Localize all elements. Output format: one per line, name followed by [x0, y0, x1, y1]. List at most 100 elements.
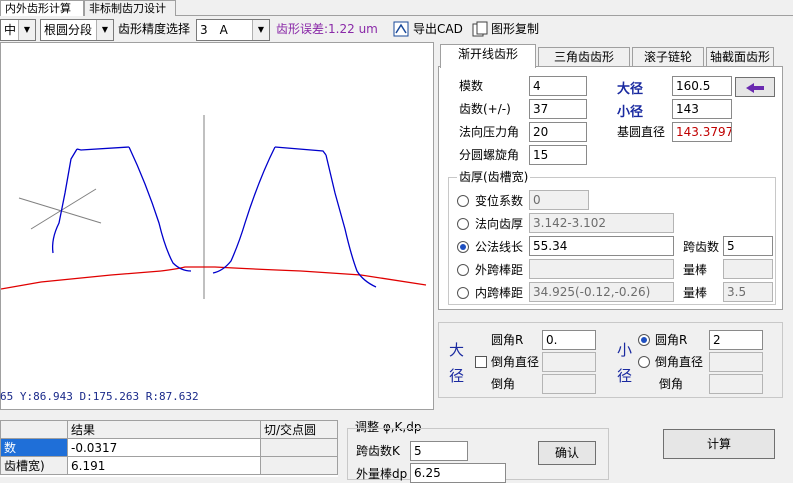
shift-label: 变位系数 [475, 194, 524, 208]
table-row[interactable]: 齿槽宽) 6.191 [0, 456, 338, 475]
precision-label: 齿形精度选择 [118, 22, 191, 36]
table-row[interactable]: 数 -0.0317 [0, 438, 338, 457]
gear-profile-drawing [1, 115, 427, 299]
outer-pin-radio[interactable] [457, 264, 469, 276]
confirm-button[interactable]: 确认 [538, 441, 596, 465]
mode-combo[interactable]: 中 ▼ [0, 19, 36, 41]
precision-value: 3 A [200, 23, 228, 37]
export-cad-button[interactable]: 导出CAD [393, 19, 463, 39]
precision-combo[interactable]: 3 A ▼ [196, 19, 270, 41]
normal-thickness-radio[interactable] [457, 218, 469, 230]
pin-label-1: 量棒 [683, 263, 708, 277]
pin-label-2: 量棒 [683, 286, 708, 300]
pressure-angle-input[interactable]: 20 [529, 122, 587, 142]
teeth-input[interactable]: 37 [529, 99, 587, 119]
tooth-1-left-flank [51, 148, 78, 254]
big-dia-char-2: 径 [449, 367, 465, 385]
minor-diameter-label: 小径 [617, 105, 644, 120]
profile-error-text: 齿形误差:1.22 um [276, 22, 378, 36]
small-dia-char-1: 小 [617, 341, 633, 359]
tab-cutter-design[interactable]: 非标制齿刀设计 [84, 0, 176, 16]
toolbar: 中 ▼ 根圆分段 ▼ 齿形精度选择 3 A ▼ 齿形误差:1.22 um 导出C… [0, 16, 793, 42]
base-diameter-value: 143.3797 [672, 122, 732, 142]
tooth-1-tip [76, 146, 130, 151]
adjust-span-label: 跨齿数K [356, 444, 400, 458]
row-value: -0.0317 [67, 438, 261, 457]
inner-pin-label: 内跨棒距 [475, 286, 524, 300]
big-chamfer-input[interactable] [542, 374, 596, 394]
base-diameter-label: 基圆直径 [617, 125, 666, 139]
tooth-1-right-flank [128, 146, 192, 272]
small-fillet-radio[interactable] [638, 334, 650, 346]
fillet-chamfer-group: 大 径 圆角R 0. 倒角直径 倒角 小 径 圆角R 2 倒角直径 倒角 [438, 322, 783, 398]
outer-pin-label: 外跨棒距 [475, 263, 524, 277]
outer-pin-input[interactable] [529, 259, 674, 279]
row-name: 齿槽宽) [0, 456, 68, 475]
root-circle-left [1, 270, 162, 290]
row-extra [260, 456, 338, 475]
span-teeth-label: 跨齿数 [683, 240, 720, 254]
big-fillet-input[interactable]: 0. [542, 330, 596, 350]
module-input[interactable]: 4 [529, 76, 587, 96]
tab-involute[interactable]: 渐开线齿形 [440, 44, 536, 68]
top-tab-bar: 内外齿形计算 非标制齿刀设计 [0, 0, 793, 17]
adjust-pin-label: 外量棒dp [356, 467, 408, 481]
row-name: 数 [0, 438, 68, 457]
big-chamfer-checkbox[interactable] [475, 356, 487, 368]
header-name [0, 420, 68, 439]
major-diameter-label: 大径 [617, 82, 644, 97]
header-intersection: 切/交点圆 [260, 420, 338, 439]
tooth-2-tip [274, 146, 327, 156]
root-segment-combo[interactable]: 根圆分段 ▼ [40, 19, 114, 41]
chevron-down-icon: ▼ [252, 20, 269, 40]
small-chamfer-input[interactable] [709, 374, 763, 394]
calculate-button[interactable]: 计算 [663, 429, 775, 459]
tab-roller-chain[interactable]: 滚子链轮 [632, 47, 704, 67]
big-chamfer-dia-input[interactable] [542, 352, 596, 372]
header-result: 结果 [67, 420, 261, 439]
small-fillet-input[interactable]: 2 [709, 330, 763, 350]
shift-radio[interactable] [457, 195, 469, 207]
gear-profile-canvas[interactable] [0, 42, 434, 410]
tab-gear-calc[interactable]: 内外齿形计算 [0, 0, 84, 17]
helix-angle-label: 分圆螺旋角 [459, 148, 520, 162]
copy-icon [472, 21, 488, 37]
shift-input[interactable]: 0 [529, 190, 589, 210]
row-extra [260, 438, 338, 457]
major-diameter-input[interactable]: 160.5 [672, 76, 732, 96]
tab-triangle[interactable]: 三角齿齿形 [538, 47, 630, 67]
minor-diameter-input[interactable]: 143 [672, 99, 732, 119]
span-length-input[interactable]: 55.34 [529, 236, 674, 256]
small-chamfer-label: 倒角 [659, 377, 684, 391]
involute-parameter-panel: 模数 4 齿数(+/-) 37 法向压力角 20 分圆螺旋角 15 大径 160… [438, 66, 783, 310]
helix-angle-input[interactable]: 15 [529, 145, 587, 165]
results-table: 结果 切/交点圆 数 -0.0317 齿槽宽) 6.191 [0, 420, 338, 477]
copy-figure-button[interactable]: 图形复制 [472, 19, 546, 39]
adjust-pin-input[interactable]: 6.25 [410, 463, 506, 483]
small-fillet-label: 圆角R [655, 333, 688, 347]
span-length-radio[interactable] [457, 241, 469, 253]
normal-thickness-label: 法向齿厚 [475, 217, 524, 231]
big-fillet-label: 圆角R [491, 333, 524, 347]
root-segment-value: 根圆分段 [44, 23, 93, 37]
tab-axial-section[interactable]: 轴截面齿形 [706, 47, 774, 67]
span-teeth-input[interactable]: 5 [723, 236, 773, 256]
inner-pin-radio[interactable] [457, 287, 469, 299]
pin-input-1[interactable] [723, 259, 773, 279]
export-cad-label: 导出CAD [413, 22, 463, 36]
small-chamfer-dia-input[interactable] [709, 352, 763, 372]
module-label: 模数 [459, 79, 484, 93]
small-chamfer-radio[interactable] [638, 356, 650, 368]
normal-thickness-input[interactable]: 3.142-3.102 [529, 213, 674, 233]
big-dia-char-1: 大 [449, 341, 465, 359]
cad-icon [393, 21, 409, 37]
tooth-2-left-flank [212, 146, 276, 274]
copy-figure-label: 图形复制 [491, 22, 540, 36]
apply-diameter-button[interactable] [735, 77, 775, 97]
span-length-label: 公法线长 [475, 240, 524, 254]
coordinate-readout: 65 Y:86.943 D:175.263 R:87.632 [0, 390, 199, 403]
arrow-left-icon [746, 83, 764, 93]
pin-input-2[interactable]: 3.5 [723, 282, 773, 302]
adjust-span-input[interactable]: 5 [410, 441, 468, 461]
inner-pin-input[interactable]: 34.925(-0.12,-0.26) [529, 282, 674, 302]
